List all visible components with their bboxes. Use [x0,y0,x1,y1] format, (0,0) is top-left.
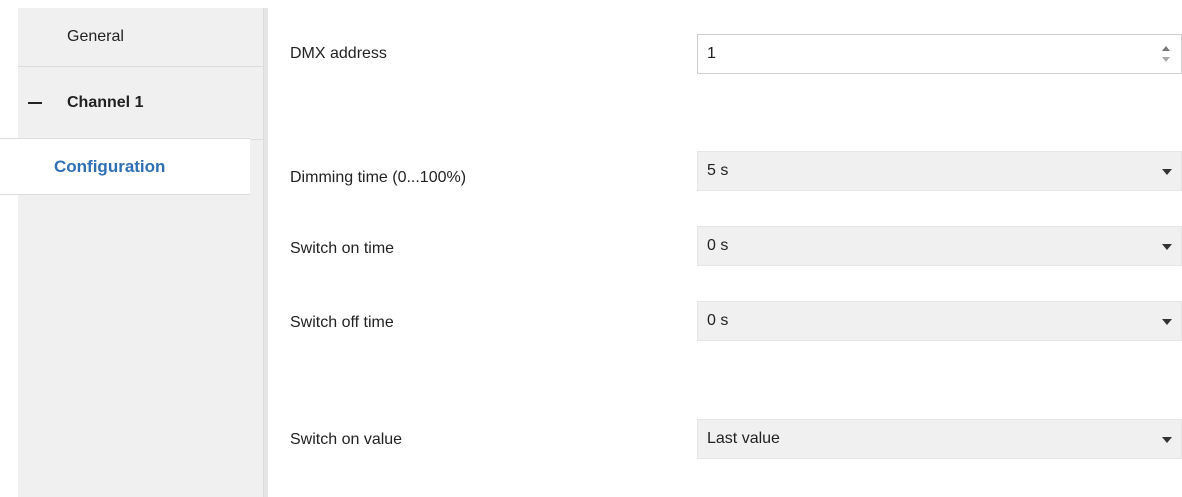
switch-on-time-label: Switch on time [290,240,395,257]
chevron-down-icon [1162,169,1172,175]
sidebar-item-configuration-label: Configuration [54,156,166,176]
switch-on-value-select[interactable]: Last value [697,419,1182,459]
panel-divider [264,8,268,497]
sidebar-item-configuration[interactable]: Configuration [0,138,250,195]
sidebar-item-general[interactable]: General [18,8,264,67]
switch-on-time-select[interactable]: 0 s [697,226,1182,266]
switch-off-time-value: 0 s [707,312,729,329]
chevron-down-icon [1162,437,1172,443]
collapse-icon[interactable] [28,102,42,104]
dimming-time-value: 5 s [707,162,729,179]
dmx-address-input[interactable]: 1 [697,34,1182,74]
switch-off-time-label: Switch off time [290,314,394,331]
dmx-address-value: 1 [707,45,716,62]
dimming-time-select[interactable]: 5 s [697,151,1182,191]
switch-on-value-label: Switch on value [290,431,403,448]
sidebar-item-general-label: General [67,28,124,45]
sidebar: General Channel 1 [18,8,264,497]
switch-on-time-value: 0 s [707,237,729,254]
dmx-address-label: DMX address [290,45,387,62]
chevron-down-icon [1162,319,1172,325]
sidebar-item-channel-1-label: Channel 1 [67,94,144,111]
parameter-window: General Channel 1 Configuration DMX addr… [0,0,1182,497]
chevron-down-icon [1162,244,1172,250]
switch-on-value-value: Last value [707,430,780,447]
sidebar-item-channel-1[interactable]: Channel 1 [18,67,264,140]
dimming-time-label: Dimming time (0...100%) [290,169,467,186]
switch-off-time-select[interactable]: 0 s [697,301,1182,341]
spin-arrows-icon[interactable] [1161,43,1171,65]
